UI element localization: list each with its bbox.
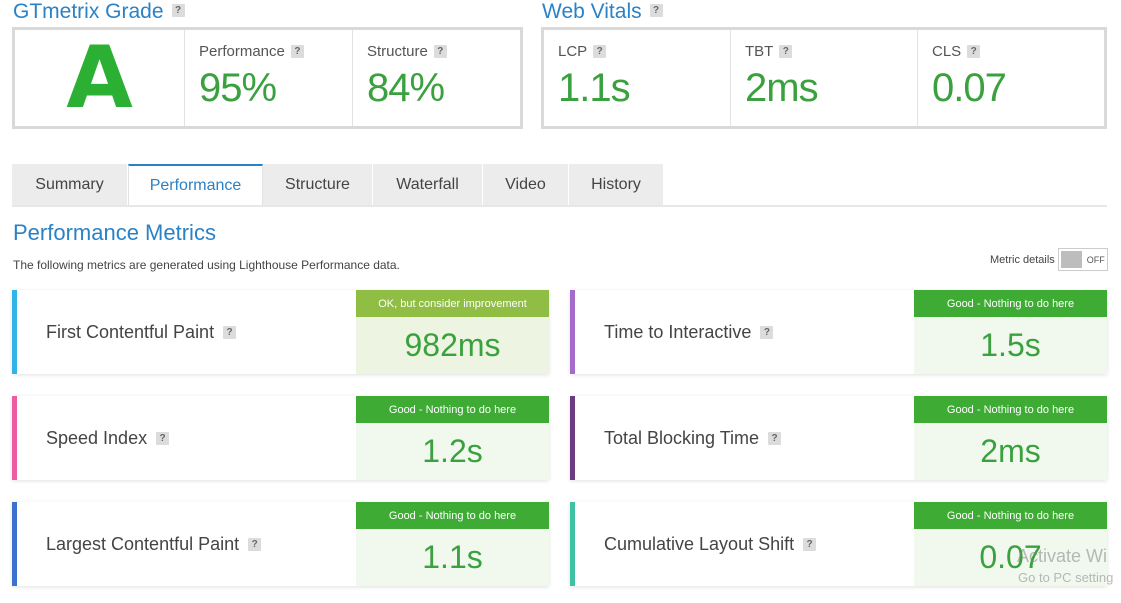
- tab-history[interactable]: History: [569, 164, 664, 205]
- metric-card-value: 1.1s: [356, 529, 549, 586]
- vital-value: 2ms: [745, 66, 819, 110]
- metric-card-name: First Contentful Paint: [46, 321, 215, 342]
- help-icon[interactable]: ?: [223, 325, 237, 339]
- tabs-divider: [12, 205, 1107, 207]
- help-icon[interactable]: ?: [171, 3, 185, 17]
- vital-label: TBT: [745, 43, 774, 60]
- grade-box: A: [15, 30, 185, 126]
- vital-value: 1.1s: [558, 66, 631, 110]
- activation-watermark-subtitle: Go to PC setting: [1018, 570, 1114, 585]
- status-badge: Good - Nothing to do here: [914, 502, 1107, 529]
- help-icon[interactable]: ?: [593, 45, 607, 58]
- performance-metrics-subtitle: The following metrics are generated usin…: [13, 258, 400, 272]
- vital-tbt: TBT? 2ms: [731, 30, 918, 126]
- web-vitals-panel: LCP? 1.1s TBT? 2ms CLS? 0.07: [541, 27, 1107, 129]
- help-icon[interactable]: ?: [649, 3, 663, 17]
- grade-panel: A Performance? 95% Structure? 84%: [12, 27, 523, 129]
- metric-card-name: Cumulative Layout Shift: [604, 533, 795, 554]
- status-badge: Good - Nothing to do here: [914, 396, 1107, 423]
- activation-watermark-title: Activate Wi: [1017, 546, 1108, 566]
- vital-value: 0.07: [932, 66, 1007, 110]
- metric-card-fcp: First Contentful Paint? OK, but consider…: [12, 290, 549, 374]
- structure-score: Structure? 84%: [353, 30, 520, 126]
- web-vitals-title: Web Vitals?: [542, 0, 663, 24]
- help-icon[interactable]: ?: [779, 45, 793, 58]
- help-icon[interactable]: ?: [290, 45, 304, 58]
- help-icon[interactable]: ?: [156, 431, 170, 445]
- help-icon[interactable]: ?: [433, 45, 447, 58]
- web-vitals-label: Web Vitals: [542, 0, 642, 23]
- tab-structure[interactable]: Structure: [263, 164, 373, 205]
- toggle-state-label: OFF: [1086, 254, 1105, 265]
- toggle-knob: [1060, 251, 1082, 268]
- gtmetrix-grade-label: GTmetrix Grade: [13, 0, 164, 23]
- vital-label: LCP: [558, 43, 588, 60]
- metric-card-name: Largest Contentful Paint: [46, 533, 240, 554]
- tab-waterfall[interactable]: Waterfall: [373, 164, 483, 205]
- vital-lcp: LCP? 1.1s: [544, 30, 731, 126]
- metric-card-name: Total Blocking Time: [604, 427, 760, 448]
- metric-card-si: Speed Index? Good - Nothing to do here 1…: [12, 396, 549, 480]
- metric-card-name: Time to Interactive: [604, 321, 752, 342]
- metric-card-value: 1.2s: [356, 423, 549, 480]
- status-badge: Good - Nothing to do here: [356, 396, 549, 423]
- metric-card-tti: Time to Interactive? Good - Nothing to d…: [570, 290, 1107, 374]
- metric-card-tbt: Total Blocking Time? Good - Nothing to d…: [570, 396, 1107, 480]
- vital-label: CLS: [932, 43, 962, 60]
- help-icon[interactable]: ?: [803, 537, 817, 551]
- performance-metrics-title: Performance Metrics: [13, 220, 216, 245]
- metric-details-label: Metric details: [990, 253, 1055, 266]
- gtmetrix-grade-title: GTmetrix Grade?: [13, 0, 185, 24]
- status-badge: OK, but consider improvement: [356, 290, 549, 317]
- structure-label: Structure: [367, 43, 428, 60]
- structure-value: 84%: [367, 66, 445, 110]
- metric-card-value: 982ms: [356, 317, 549, 374]
- metric-card-value: 1.5s: [914, 317, 1107, 374]
- performance-value: 95%: [199, 66, 277, 110]
- vital-cls: CLS? 0.07: [918, 30, 1104, 126]
- report-tabs: Summary Performance Structure Waterfall …: [12, 164, 664, 205]
- tab-video[interactable]: Video: [483, 164, 569, 205]
- status-badge: Good - Nothing to do here: [356, 502, 549, 529]
- help-icon[interactable]: ?: [768, 431, 782, 445]
- performance-label: Performance: [199, 43, 285, 60]
- status-badge: Good - Nothing to do here: [914, 290, 1107, 317]
- help-icon[interactable]: ?: [760, 325, 774, 339]
- help-icon[interactable]: ?: [967, 45, 981, 58]
- metric-card-value: 2ms: [914, 423, 1107, 480]
- performance-score: Performance? 95%: [185, 30, 353, 126]
- metric-details-control: Metric details OFF: [990, 248, 1108, 271]
- help-icon[interactable]: ?: [248, 537, 262, 551]
- grade-letter: A: [66, 28, 133, 128]
- metric-card-name: Speed Index: [46, 427, 148, 448]
- tab-summary[interactable]: Summary: [12, 164, 128, 205]
- tab-performance[interactable]: Performance: [128, 164, 263, 205]
- metric-card-lcp: Largest Contentful Paint? Good - Nothing…: [12, 502, 549, 586]
- metric-details-toggle[interactable]: OFF: [1057, 248, 1108, 271]
